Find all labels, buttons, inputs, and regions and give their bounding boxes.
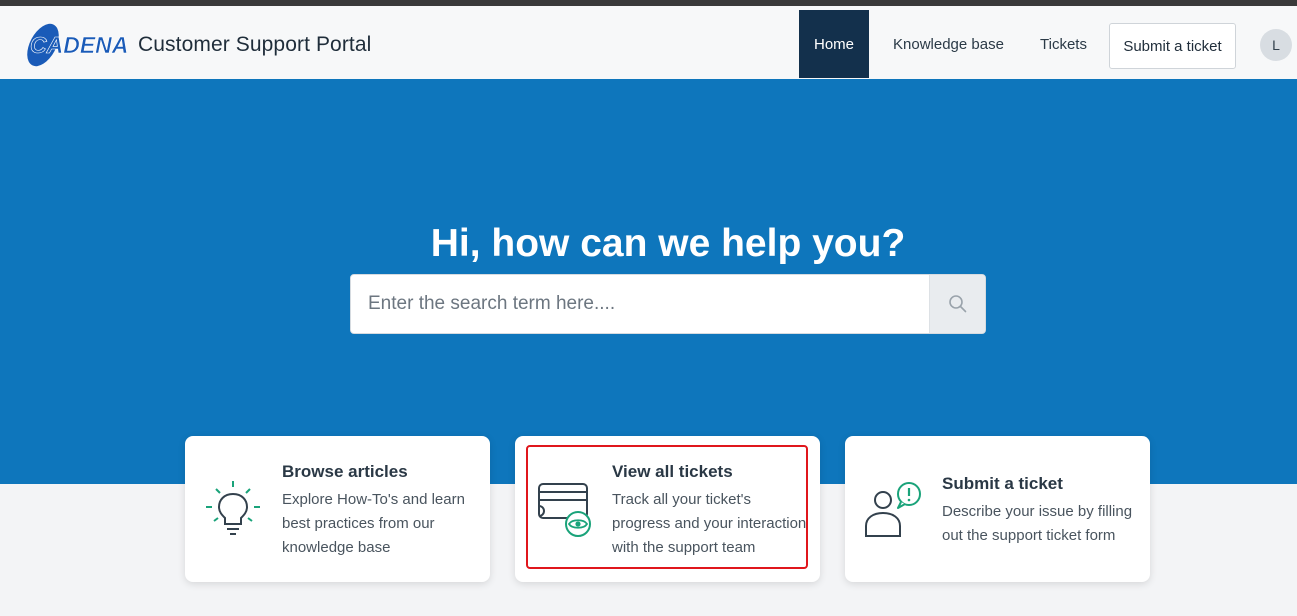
person-alert-icon <box>865 482 921 537</box>
nav-tickets[interactable]: Tickets <box>1040 36 1087 53</box>
tickets-eye-icon <box>538 483 591 537</box>
card-description: Explore How-To's and learn best practice… <box>282 491 465 556</box>
logo-text: CADENA <box>30 32 128 58</box>
search-bar <box>350 274 986 334</box>
hero-title: Hi, how can we help you? <box>430 222 906 265</box>
card-title: Submit a ticket <box>942 474 1063 493</box>
submit-ticket-button[interactable]: Submit a ticket <box>1109 23 1236 69</box>
card-description: Describe your issue by filling out the s… <box>942 503 1133 544</box>
search-icon <box>949 295 967 313</box>
card-title: Browse articles <box>282 462 408 481</box>
nav-knowledge-base[interactable]: Knowledge base <box>893 36 1004 53</box>
search-input[interactable] <box>351 275 929 333</box>
search-button[interactable] <box>929 275 985 333</box>
card-title: View all tickets <box>612 462 733 481</box>
user-avatar[interactable]: L <box>1260 29 1292 61</box>
header: CADENA Customer Support Portal Home Know… <box>0 6 1297 79</box>
view-tickets-card[interactable]: View all tickets Track all your ticket's… <box>515 436 820 582</box>
submit-ticket-card[interactable]: Submit a ticket Describe your issue by f… <box>845 436 1150 582</box>
portal-title: Customer Support Portal <box>138 33 372 56</box>
nav-home[interactable]: Home <box>799 10 869 78</box>
browse-articles-card[interactable]: Browse articles Explore How-To's and lea… <box>185 436 490 582</box>
card-description: Track all your ticket's progress and you… <box>612 491 807 556</box>
lightbulb-icon <box>206 481 260 535</box>
cadena-logo[interactable]: CADENA <box>18 20 132 70</box>
